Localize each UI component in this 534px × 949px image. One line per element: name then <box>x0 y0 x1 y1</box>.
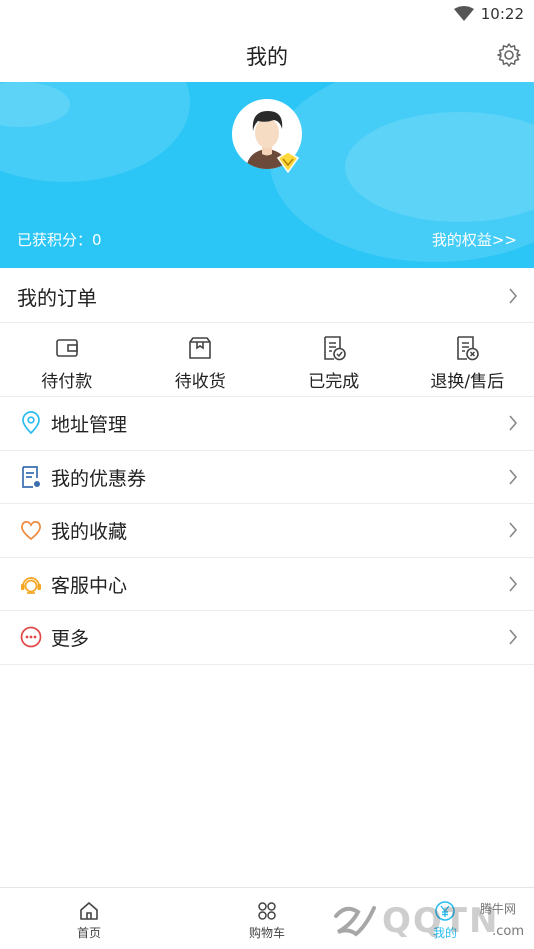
menu-item-more[interactable]: 更多 <box>0 611 534 665</box>
order-tab-pending-payment[interactable]: 待付款 <box>0 324 134 396</box>
menu-item-favorites[interactable]: 我的收藏 <box>0 504 534 558</box>
order-tab-label: 退换/售后 <box>430 372 505 392</box>
status-bar: 10:22 <box>0 0 534 28</box>
watermark-logo-icon <box>334 906 376 937</box>
menu-item-customer-service[interactable]: 客服中心 <box>0 558 534 611</box>
watermark-small: 腾牛网 <box>479 902 516 916</box>
home-icon <box>80 902 98 920</box>
gear-icon[interactable] <box>496 42 522 68</box>
menu-item-label: 我的优惠券 <box>51 467 147 490</box>
chevron-right-icon <box>509 415 518 431</box>
my-rights-link[interactable]: 我的权益>> <box>432 229 517 250</box>
profile-banner: 已获积分：0 我的权益>> <box>0 82 534 268</box>
menu-item-address[interactable]: 地址管理 <box>0 397 534 451</box>
page-title: 我的 <box>246 45 288 69</box>
order-tab-pending-receipt[interactable]: 待收货 <box>134 324 268 396</box>
location-pin-icon <box>22 411 40 435</box>
order-tab-label: 已完成 <box>308 372 360 392</box>
tab-label: 首页 <box>76 926 101 940</box>
wifi-icon <box>454 6 474 21</box>
cart-grid-icon <box>258 902 276 920</box>
order-tab-label: 待收货 <box>174 372 226 392</box>
site-watermark: QQTN 腾牛网 .com <box>330 892 530 944</box>
tab-home[interactable]: 首页 <box>0 888 178 949</box>
order-status-tabs: 待付款 待收货 已完成 退换/售后 <box>0 324 534 397</box>
heart-icon <box>21 520 41 541</box>
menu-item-label: 更多 <box>51 628 90 650</box>
settings-menu: 地址管理 我的优惠券 我的收藏 客服中心 更多 <box>0 397 534 665</box>
watermark-suffix: .com <box>492 924 524 939</box>
menu-item-label: 客服中心 <box>51 574 128 597</box>
my-orders-row[interactable]: 我的订单 <box>0 268 534 323</box>
menu-item-label: 我的收藏 <box>51 521 128 543</box>
vip-badge-icon <box>276 151 300 174</box>
order-tab-label: 待付款 <box>41 372 93 392</box>
title-bar: 我的 <box>0 28 534 82</box>
order-tab-completed[interactable]: 已完成 <box>267 324 401 396</box>
chevron-right-icon <box>509 288 518 304</box>
menu-item-coupons[interactable]: 我的优惠券 <box>0 451 534 504</box>
wallet-icon <box>55 339 78 357</box>
my-orders-title: 我的订单 <box>17 286 97 310</box>
order-tab-refund[interactable]: 退换/售后 <box>401 324 534 396</box>
more-dots-icon <box>20 626 42 648</box>
points-label: 已获积分：0 <box>17 231 102 249</box>
chevron-right-icon <box>509 629 518 645</box>
completed-doc-icon <box>323 336 346 361</box>
coupon-icon <box>22 465 40 488</box>
chevron-right-icon <box>509 468 518 485</box>
status-time: 10:22 <box>480 5 524 23</box>
chevron-right-icon <box>509 522 518 538</box>
refund-doc-icon <box>457 336 480 361</box>
headset-icon <box>21 576 41 594</box>
chevron-right-icon <box>509 575 518 592</box>
box-icon <box>189 337 212 359</box>
menu-item-label: 地址管理 <box>51 414 128 436</box>
